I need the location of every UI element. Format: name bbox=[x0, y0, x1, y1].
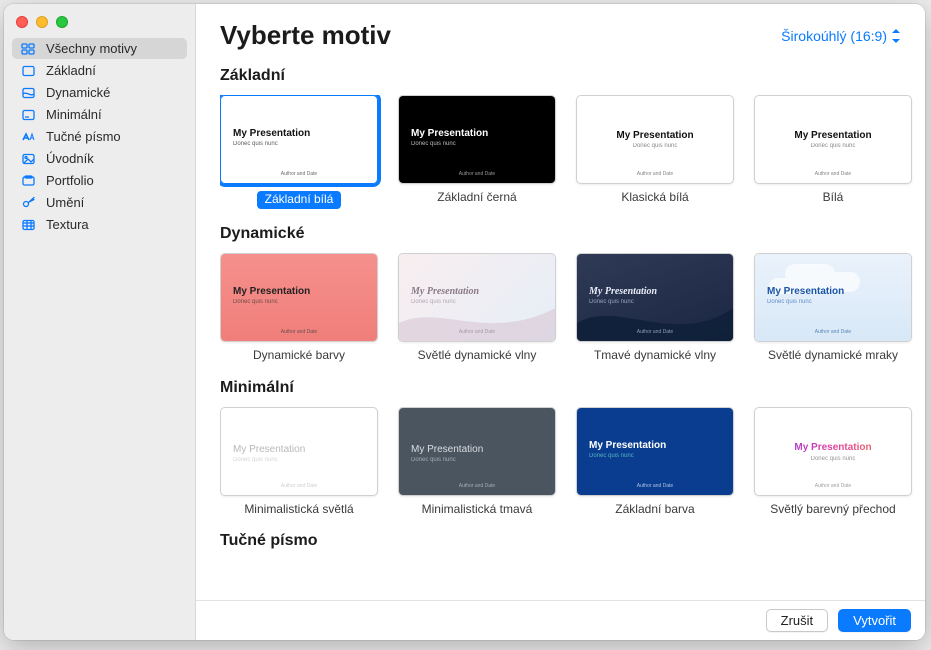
sidebar-item-label: Portfolio bbox=[46, 173, 94, 188]
theme-thumbnail: My PresentationDonec quis nuncAuthor and… bbox=[220, 95, 378, 184]
theme-label: Světlý barevný přechod bbox=[770, 503, 895, 517]
section-1: Dynamické My PresentationDonec quis nuncA… bbox=[220, 225, 925, 363]
sidebar-item-label: Všechny motivy bbox=[46, 41, 137, 56]
theme-thumbnail: My PresentationDonec quis nuncAuthor and… bbox=[754, 253, 912, 342]
theme-thumbnail: My PresentationDonec quis nuncAuthor and… bbox=[398, 253, 556, 342]
sidebar-item-0[interactable]: Všechny motivy bbox=[12, 38, 187, 59]
close-icon[interactable] bbox=[16, 16, 28, 28]
theme-row: My PresentationDonec quis nuncAuthor and… bbox=[220, 253, 925, 363]
square-icon bbox=[20, 64, 38, 78]
sidebar-item-label: Základní bbox=[46, 63, 96, 78]
sidebar-item-8[interactable]: Textura bbox=[12, 214, 187, 235]
theme-thumbnail: My PresentationDonec quis nuncAuthor and… bbox=[754, 407, 912, 496]
art-icon bbox=[20, 196, 38, 210]
sidebar-item-label: Textura bbox=[46, 217, 89, 232]
main-panel: Vyberte motiv Širokoúhlý (16:9) Základní… bbox=[196, 4, 925, 640]
sidebar-item-label: Umění bbox=[46, 195, 84, 210]
sidebar-item-7[interactable]: Umění bbox=[12, 192, 187, 213]
main-header: Vyberte motiv Širokoúhlý (16:9) bbox=[196, 4, 925, 55]
bold-icon bbox=[20, 130, 38, 144]
aspect-ratio-label: Širokoúhlý (16:9) bbox=[781, 28, 887, 44]
theme-row: My PresentationDonec quis nuncAuthor and… bbox=[220, 95, 925, 209]
window-controls bbox=[4, 10, 195, 38]
theme-thumbnail: My PresentationDonec quis nuncAuthor and… bbox=[576, 253, 734, 342]
theme-item[interactable]: My PresentationDonec quis nuncAuthor and… bbox=[398, 253, 556, 363]
section-heading: Tučné písmo bbox=[220, 532, 925, 550]
theme-item[interactable]: My PresentationDonec quis nuncAuthor and… bbox=[576, 253, 734, 363]
theme-item[interactable]: My PresentationDonec quis nuncAuthor and… bbox=[398, 95, 556, 209]
page-title: Vyberte motiv bbox=[220, 20, 391, 51]
chevron-up-down-icon bbox=[891, 29, 901, 43]
theme-item[interactable]: My PresentationDonec quis nuncAuthor and… bbox=[220, 407, 378, 517]
theme-item[interactable]: My PresentationDonec quis nuncAuthor and… bbox=[576, 407, 734, 517]
theme-label: Základní bílá bbox=[257, 191, 342, 209]
wave-icon bbox=[20, 86, 38, 100]
sidebar-item-label: Dynamické bbox=[46, 85, 110, 100]
theme-item[interactable]: My PresentationDonec quis nuncAuthor and… bbox=[754, 95, 912, 209]
theme-label: Základní barva bbox=[615, 503, 694, 517]
theme-label: Tmavé dynamické vlny bbox=[594, 349, 716, 363]
theme-label: Dynamické barvy bbox=[253, 349, 345, 363]
theme-label: Minimalistická světlá bbox=[244, 503, 353, 517]
theme-label: Světlé dynamické vlny bbox=[418, 349, 537, 363]
photo-icon bbox=[20, 152, 38, 166]
theme-thumbnail: My PresentationDonec quis nuncAuthor and… bbox=[220, 407, 378, 496]
section-3: Tučné písmo bbox=[220, 532, 925, 550]
grid-icon bbox=[20, 42, 38, 56]
theme-item[interactable]: My PresentationDonec quis nuncAuthor and… bbox=[754, 253, 912, 363]
theme-label: Klasická bílá bbox=[621, 191, 688, 205]
theme-label: Základní černá bbox=[437, 191, 516, 205]
create-button[interactable]: Vytvořit bbox=[838, 609, 911, 632]
sidebar-item-2[interactable]: Dynamické bbox=[12, 82, 187, 103]
theme-chooser-window: Všechny motivy Základní Dynamické Minimální… bbox=[4, 4, 925, 640]
theme-item[interactable]: My PresentationDonec quis nuncAuthor and… bbox=[576, 95, 734, 209]
minimize-icon[interactable] bbox=[36, 16, 48, 28]
theme-label: Bílá bbox=[823, 191, 844, 205]
minimal-icon bbox=[20, 108, 38, 122]
theme-item[interactable]: My PresentationDonec quis nuncAuthor and… bbox=[754, 407, 912, 517]
theme-row: My PresentationDonec quis nuncAuthor and… bbox=[220, 407, 925, 517]
texture-icon bbox=[20, 218, 38, 232]
footer-bar: Zrušit Vytvořit bbox=[196, 600, 925, 640]
section-heading: Dynamické bbox=[220, 225, 925, 243]
theme-item[interactable]: My PresentationDonec quis nuncAuthor and… bbox=[398, 407, 556, 517]
sidebar-item-label: Úvodník bbox=[46, 151, 94, 166]
maximize-icon[interactable] bbox=[56, 16, 68, 28]
theme-thumbnail: My PresentationDonec quis nuncAuthor and… bbox=[754, 95, 912, 184]
theme-item[interactable]: My PresentationDonec quis nuncAuthor and… bbox=[220, 253, 378, 363]
sidebar-item-5[interactable]: Úvodník bbox=[12, 148, 187, 169]
sidebar-item-6[interactable]: Portfolio bbox=[12, 170, 187, 191]
section-0: Základní My PresentationDonec quis nuncAu… bbox=[220, 67, 925, 209]
aspect-ratio-select[interactable]: Širokoúhlý (16:9) bbox=[781, 28, 901, 44]
cancel-button[interactable]: Zrušit bbox=[766, 609, 829, 632]
sidebar-item-4[interactable]: Tučné písmo bbox=[12, 126, 187, 147]
theme-thumbnail: My PresentationDonec quis nuncAuthor and… bbox=[398, 95, 556, 184]
theme-label: Světlé dynamické mraky bbox=[768, 349, 898, 363]
section-heading: Základní bbox=[220, 67, 925, 85]
section-2: Minimální My PresentationDonec quis nuncA… bbox=[220, 379, 925, 517]
theme-sections: Základní My PresentationDonec quis nuncAu… bbox=[196, 55, 925, 600]
theme-thumbnail: My PresentationDonec quis nuncAuthor and… bbox=[576, 95, 734, 184]
theme-item[interactable]: My PresentationDonec quis nuncAuthor and… bbox=[220, 95, 378, 209]
sidebar-item-label: Tučné písmo bbox=[46, 129, 121, 144]
sidebar-list: Všechny motivy Základní Dynamické Minimální… bbox=[4, 38, 195, 236]
sidebar-item-label: Minimální bbox=[46, 107, 102, 122]
theme-thumbnail: My PresentationDonec quis nuncAuthor and… bbox=[398, 407, 556, 496]
folder-icon bbox=[20, 174, 38, 188]
theme-label: Minimalistická tmavá bbox=[422, 503, 533, 517]
sidebar-item-1[interactable]: Základní bbox=[12, 60, 187, 81]
section-heading: Minimální bbox=[220, 379, 925, 397]
theme-thumbnail: My PresentationDonec quis nuncAuthor and… bbox=[220, 253, 378, 342]
sidebar: Všechny motivy Základní Dynamické Minimální… bbox=[4, 4, 196, 640]
theme-thumbnail: My PresentationDonec quis nuncAuthor and… bbox=[576, 407, 734, 496]
sidebar-item-3[interactable]: Minimální bbox=[12, 104, 187, 125]
